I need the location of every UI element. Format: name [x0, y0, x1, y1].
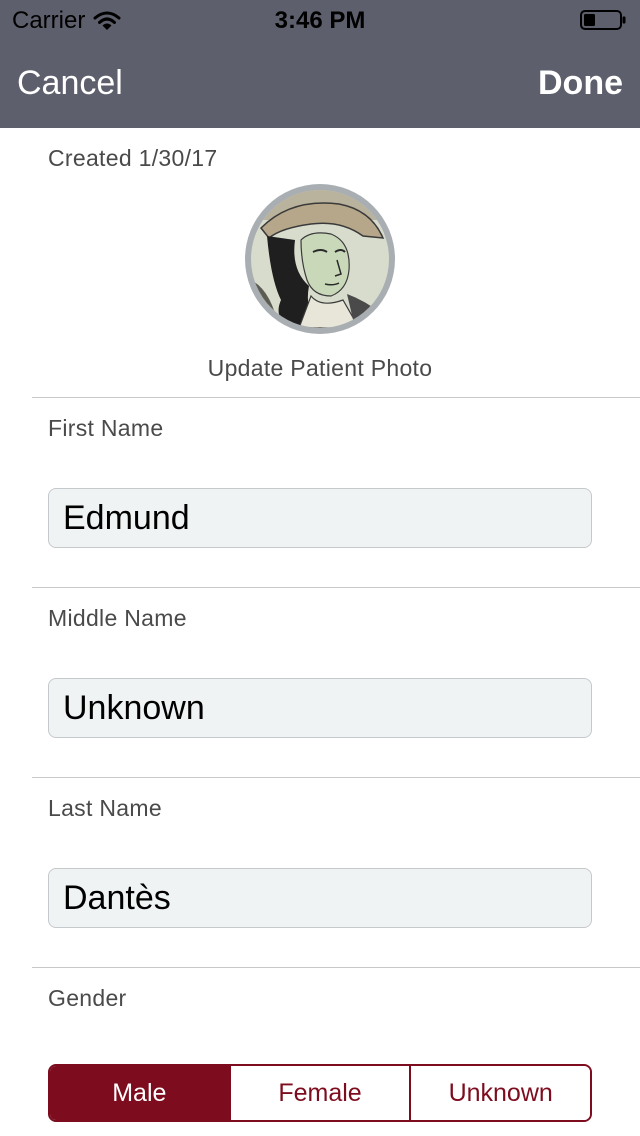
- gender-option-female[interactable]: Female: [228, 1066, 410, 1120]
- last-name-field[interactable]: Dantès: [48, 868, 592, 928]
- navigation-bar: Cancel Done: [0, 40, 640, 128]
- cancel-button[interactable]: Cancel: [17, 64, 123, 103]
- status-time: 3:46 PM: [274, 7, 366, 34]
- status-bar: Carrier 3:46 PM: [0, 0, 640, 40]
- patient-photo-button[interactable]: [245, 184, 395, 334]
- divider: [32, 587, 640, 588]
- done-button[interactable]: Done: [538, 64, 623, 103]
- first-name-field[interactable]: Edmund: [48, 488, 592, 548]
- battery-icon: [580, 10, 626, 30]
- gender-label: Gender: [48, 985, 127, 1011]
- update-photo-button[interactable]: Update Patient Photo: [0, 355, 640, 382]
- gender-option-unknown[interactable]: Unknown: [409, 1066, 590, 1120]
- last-name-label: Last Name: [48, 795, 162, 821]
- gender-segmented-control: Male Female Unknown: [48, 1064, 592, 1122]
- patient-portrait-illustration: [251, 190, 389, 328]
- patient-photo: [251, 190, 389, 328]
- divider: [32, 397, 640, 398]
- created-date-label: Created 1/30/17: [48, 145, 218, 171]
- divider: [32, 967, 640, 968]
- middle-name-label: Middle Name: [48, 605, 187, 631]
- middle-name-field[interactable]: Unknown: [48, 678, 592, 738]
- gender-option-male[interactable]: Male: [50, 1066, 229, 1120]
- first-name-label: First Name: [48, 415, 164, 441]
- divider: [32, 777, 640, 778]
